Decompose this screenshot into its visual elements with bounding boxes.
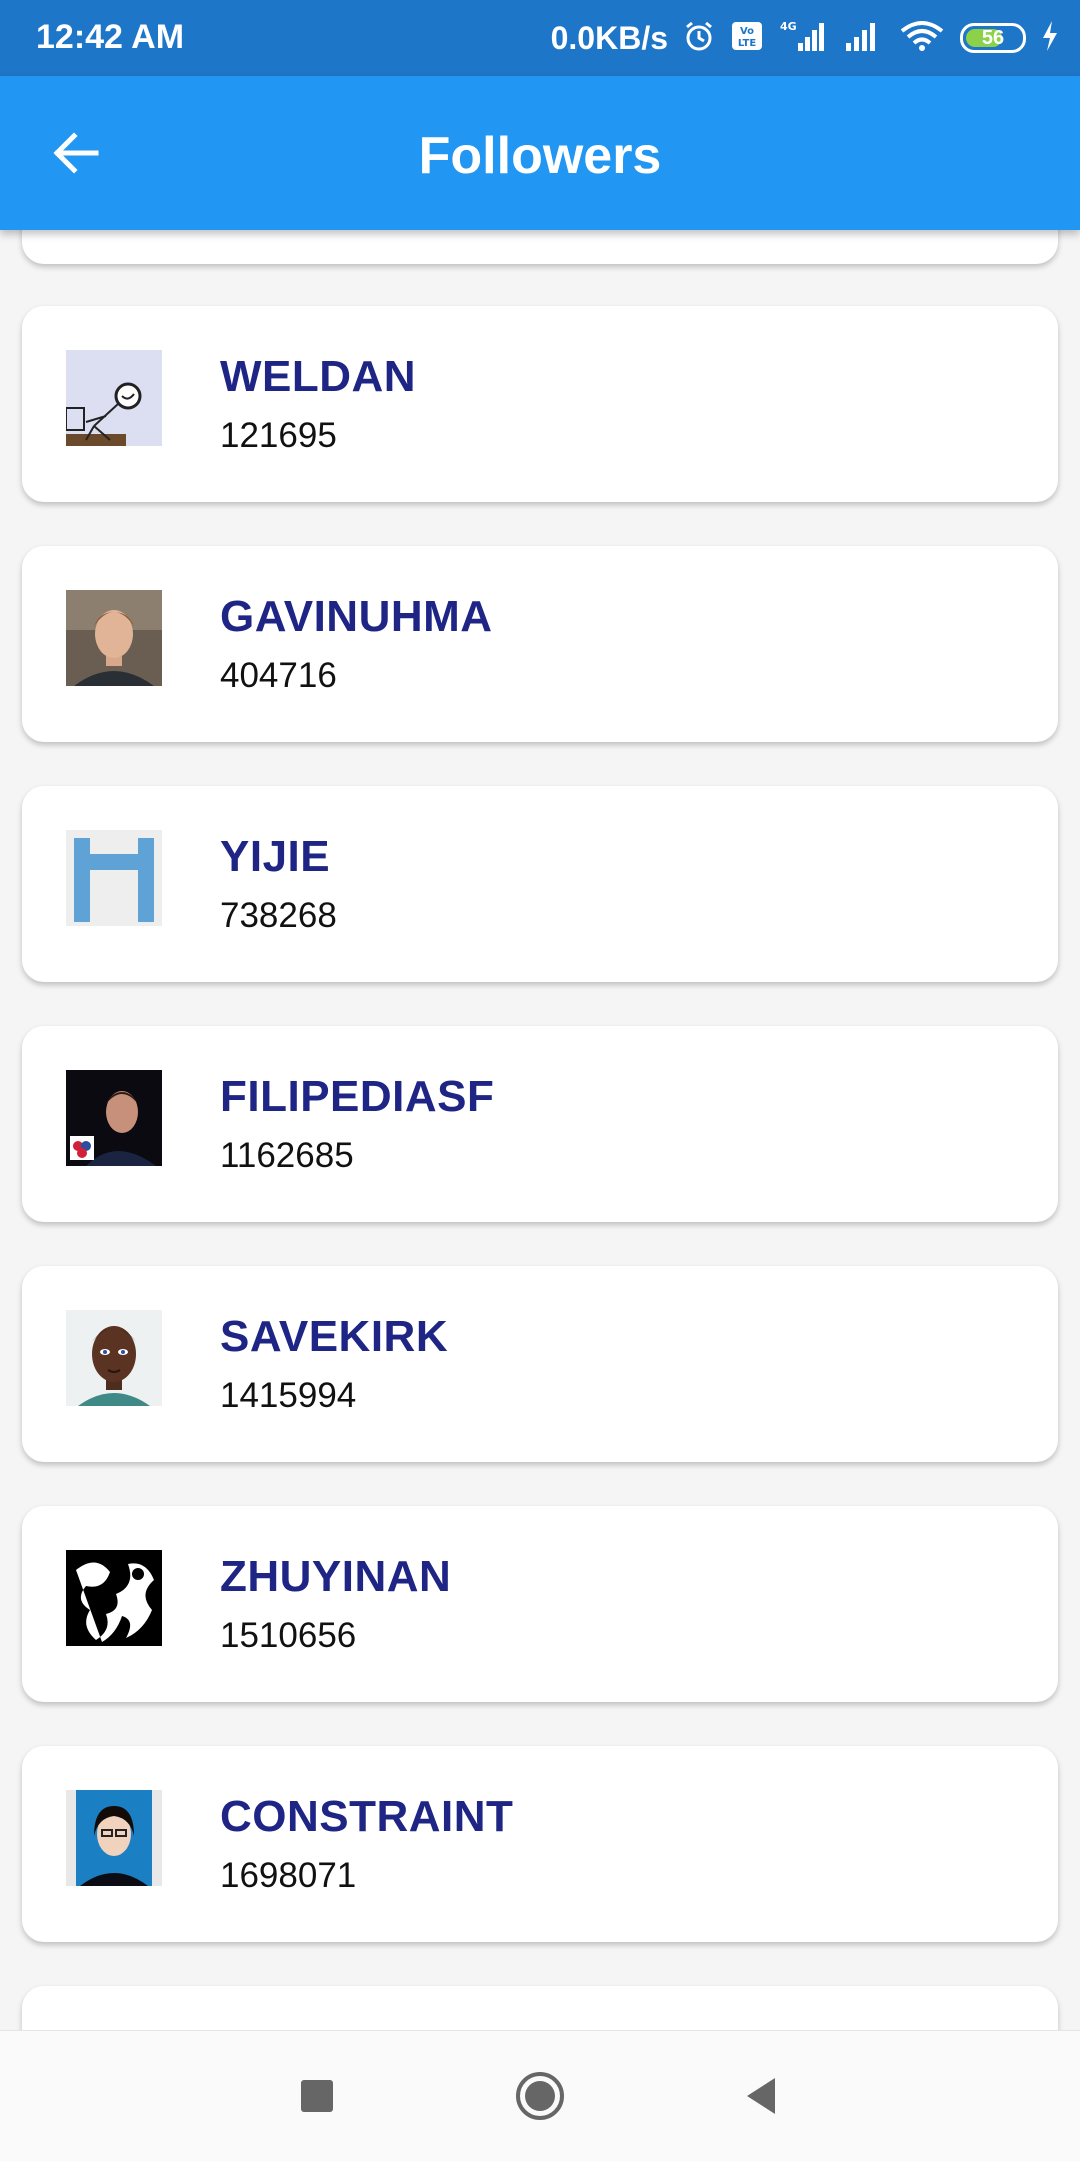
avatar bbox=[66, 350, 162, 446]
system-nav-bar bbox=[0, 2030, 1080, 2161]
follower-name: FILIPEDIASF bbox=[220, 1072, 495, 1121]
charging-icon bbox=[1040, 19, 1060, 58]
follower-name: WELDAN bbox=[220, 352, 417, 401]
back-triangle-icon bbox=[747, 2078, 775, 2114]
page-title: Followers bbox=[418, 127, 662, 185]
follower-card[interactable]: ZHUYINAN 1510656 bbox=[22, 1506, 1058, 1702]
list-item-partial[interactable] bbox=[22, 230, 1058, 264]
follower-name: ZHUYINAN bbox=[220, 1552, 452, 1601]
battery-icon: 56 bbox=[960, 23, 1026, 53]
follower-card[interactable]: YIJIE 738268 bbox=[22, 786, 1058, 982]
avatar bbox=[66, 590, 162, 686]
recents-square-icon bbox=[301, 2080, 333, 2112]
follower-card[interactable]: CONSTRAINT 1698071 bbox=[22, 1746, 1058, 1942]
follower-count: 1698071 bbox=[220, 1856, 357, 1895]
avatar bbox=[66, 1550, 162, 1646]
avatar bbox=[66, 1790, 162, 1886]
follower-count: 121695 bbox=[220, 416, 337, 455]
4g-signal-icon: 4G bbox=[778, 19, 828, 58]
home-button[interactable] bbox=[505, 2061, 575, 2131]
follower-card[interactable]: GAVINUHMA 404716 bbox=[22, 546, 1058, 742]
follower-card[interactable]: SAVEKIRK 1415994 bbox=[22, 1266, 1058, 1462]
follower-count: 1415994 bbox=[220, 1376, 357, 1415]
battery-level: 56 bbox=[981, 26, 1005, 49]
net-speed: 0.0KB/s bbox=[550, 19, 668, 56]
follower-count: 404716 bbox=[220, 656, 337, 695]
follower-count: 1510656 bbox=[220, 1616, 357, 1655]
follower-count: 1162685 bbox=[220, 1136, 354, 1175]
follower-name: GAVINUHMA bbox=[220, 592, 493, 641]
follower-name: SAVEKIRK bbox=[220, 1312, 449, 1361]
svg-text:LTE: LTE bbox=[738, 38, 757, 49]
alarm-icon bbox=[682, 19, 716, 58]
follower-count: 738268 bbox=[220, 896, 337, 935]
app-bar: Followers bbox=[0, 76, 1080, 230]
follower-card[interactable]: FILIPEDIASF 1162685 bbox=[22, 1026, 1058, 1222]
status-time: 12:42 AM bbox=[36, 18, 185, 56]
follower-name: YIJIE bbox=[220, 832, 331, 881]
wifi-icon bbox=[898, 19, 946, 58]
list-item-partial[interactable] bbox=[22, 1986, 1058, 2030]
svg-text:4G: 4G bbox=[780, 20, 797, 33]
svg-text:Vo: Vo bbox=[740, 26, 754, 37]
status-bar: 12:42 AM 0.0KB/s Vo LTE 4G 56 bbox=[0, 0, 1080, 76]
status-icons: 0.0KB/s Vo LTE 4G 56 bbox=[551, 14, 1060, 62]
follower-name: CONSTRAINT bbox=[220, 1792, 514, 1841]
follower-card[interactable]: WELDAN 121695 bbox=[22, 306, 1058, 502]
signal-icon bbox=[842, 19, 884, 58]
avatar bbox=[66, 830, 162, 926]
avatar bbox=[66, 1310, 162, 1406]
recents-button[interactable] bbox=[282, 2061, 352, 2131]
avatar bbox=[66, 1070, 162, 1166]
nav-back-button[interactable] bbox=[726, 2061, 796, 2131]
volte-icon: Vo LTE bbox=[730, 19, 764, 58]
home-circle-icon bbox=[516, 2072, 564, 2120]
followers-list[interactable]: WELDAN 121695 GAVINUHMA 404716 YIJIE 738… bbox=[0, 230, 1080, 2030]
